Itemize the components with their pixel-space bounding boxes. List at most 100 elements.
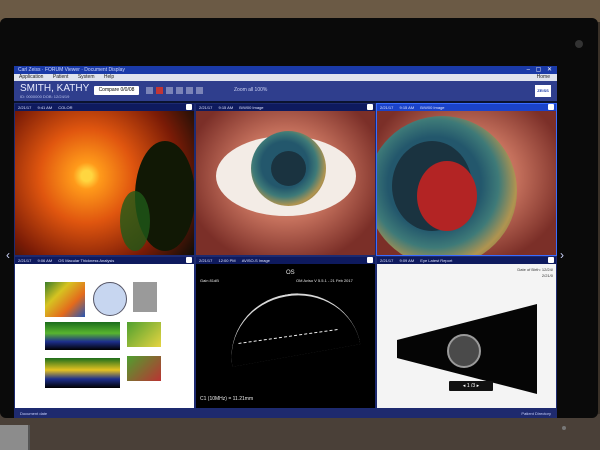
pane-oct-report[interactable]: 2/21/17 9:06 AM OS Macular Thickness Ana… [14,256,195,409]
pane-close-icon[interactable] [548,104,554,110]
pane-close-icon[interactable] [186,257,192,263]
patient-name: SMITH, KATHY [20,83,90,94]
pane-header: 2/21/17 9:41 AM COLOR [15,104,194,111]
bscan-lesion [447,334,481,368]
fundus-photo[interactable] [15,111,194,255]
pane-header: 2/21/17 12:00 PM AVISO-S Image [196,257,375,264]
pane-eye-photo-2[interactable]: 2/21/17 9:15 AM B/W00 Image [376,103,557,256]
fundus-artifact [120,191,150,251]
pane-fundus[interactable]: 2/21/17 9:41 AM COLOR [14,103,195,256]
pane-eye-photo-1[interactable]: 2/21/17 9:15 AM B/W00 Image [195,103,376,256]
dob-label: Date of Birth: [517,267,541,272]
pupil [271,151,306,186]
layout-icon[interactable] [146,87,153,94]
menu-home[interactable]: Home [537,74,550,81]
pane-close-icon[interactable] [367,104,373,110]
menu-patient[interactable]: Patient [53,74,69,80]
pane-label: OS Macular Thickness Analysis [58,258,115,263]
application-window: Carl Zeiss · FORUM Viewer · Document Dis… [14,66,557,418]
pane-ultrasound[interactable]: 2/21/17 12:00 PM AVISO-S Image OS Gain 8… [195,256,376,409]
3d-surface-2 [127,356,161,381]
eye-side-label: OS [286,270,295,276]
probe-label: OM Aviso V 5.5.1 - 21 Feb 2017 [296,278,353,283]
window-title: Carl Zeiss · FORUM Viewer · Document Dis… [18,67,125,73]
grid-icon[interactable] [176,87,183,94]
pane-time: 9:41 AM [37,105,53,110]
prev-page-icon[interactable]: ◂ [463,383,466,389]
dob-value: 12/24/ [541,267,553,272]
status-bar: Document date Patient Directory [14,409,557,418]
next-page-icon[interactable]: ▸ [477,383,480,389]
monitor-webcam-icon [575,40,583,48]
hyphema [417,161,477,231]
record-icon[interactable] [156,87,163,94]
cross-icon[interactable] [186,87,193,94]
compare-button[interactable]: Compare 0/0/08 [94,86,139,95]
oct-bscan-1 [45,322,120,350]
pane-close-icon[interactable] [186,104,192,110]
eye-closeup-photo[interactable] [377,111,556,255]
fundus-thumbnail [133,282,157,312]
monitor-power-icon [562,426,566,430]
page-indicator: 1 /3 [466,383,476,389]
pane-date: 2/21/17 [18,258,32,263]
pane-label: B/W00 Image [239,105,264,110]
patient-header: SMITH, KATHY ID: 0000000 DOB: 12/24/19 C… [14,81,557,101]
etdrs-grid [93,282,127,316]
pane-time: 12:00 PM [218,258,236,263]
desk-object [0,425,30,450]
pane-label: COLOR [58,105,73,110]
report-dates: Date of Birth: 12/24/ 2/21/0 [517,267,553,279]
pane-bscan-report[interactable]: 2/21/17 9:09 AM Eye Latest Report Date o… [376,256,557,409]
pane-label: AVISO-S Image [241,258,270,263]
bscan-report-document[interactable]: Date of Birth: 12/24/ 2/21/0 ◂ 1 /3 ▸ [377,264,556,408]
pane-date: 2/21/17 [199,258,213,263]
oct-bscan-2 [45,358,120,388]
ultrasound-image[interactable]: OS Gain 81dB OM Aviso V 5.5.1 - 21 Feb 2… [196,264,375,408]
oct-report-document[interactable] [15,264,194,408]
menu-system[interactable]: System [78,74,95,80]
measurement-readout: C1 (10MHz) = 11.21mm [200,396,254,402]
window-titlebar: Carl Zeiss · FORUM Viewer · Document Dis… [14,66,557,74]
next-arrow-icon[interactable]: › [560,248,564,262]
prev-arrow-icon[interactable]: ‹ [6,248,10,262]
pane-date: 2/21/17 [380,105,394,110]
patient-details: ID: 0000000 DOB: 12/24/19 [20,94,70,99]
thickness-map [45,282,85,317]
gain-label: Gain 81dB [200,278,219,283]
monitor-bezel: ‹ › Carl Zeiss · FORUM Viewer · Document… [0,18,598,430]
menu-application[interactable]: Application [19,74,43,80]
image-grid: 2/21/17 9:41 AM COLOR 2/21/17 9:15 AM B/… [14,103,557,409]
eye-photo[interactable] [196,111,375,255]
audio-icon[interactable] [166,87,173,94]
zoom-icon[interactable] [196,87,203,94]
zoom-readout: Zoom all 100% [234,87,268,93]
status-right[interactable]: Patient Directory [521,409,551,418]
pane-date: 2/21/17 [18,105,32,110]
pane-label: Eye Latest Report [420,258,453,263]
pane-date: 2/21/17 [199,105,213,110]
ultrasound-globe-arc [221,283,361,367]
zeiss-logo-icon: ZEISS [535,85,551,97]
pane-time: 9:06 AM [37,258,53,263]
pane-label: B/W00 Image [420,105,445,110]
pane-close-icon[interactable] [367,257,373,263]
pane-header: 2/21/17 9:15 AM B/W00 Image [377,104,556,111]
window-controls[interactable]: – ▢ ✕ [527,66,554,74]
pane-header: 2/21/17 9:06 AM OS Macular Thickness Ana… [15,257,194,264]
toolbar [146,87,203,94]
pane-time: 9:15 AM [218,105,234,110]
pane-header: 2/21/17 9:09 AM Eye Latest Report [377,257,556,264]
pane-date: 2/21/17 [380,258,394,263]
menu-help[interactable]: Help [104,74,114,80]
pane-header: 2/21/17 9:15 AM B/W00 Image [196,104,375,111]
status-left[interactable]: Document date [20,409,47,418]
page-navigator[interactable]: ◂ 1 /3 ▸ [449,381,493,391]
background-desk [0,414,600,450]
menu-bar: Application Patient System Help Home [14,74,557,81]
pane-time: 9:15 AM [399,105,415,110]
3d-surface-1 [127,322,161,347]
pane-time: 9:09 AM [399,258,415,263]
pane-close-icon[interactable] [548,257,554,263]
report-date: 2/21/0 [541,273,553,278]
